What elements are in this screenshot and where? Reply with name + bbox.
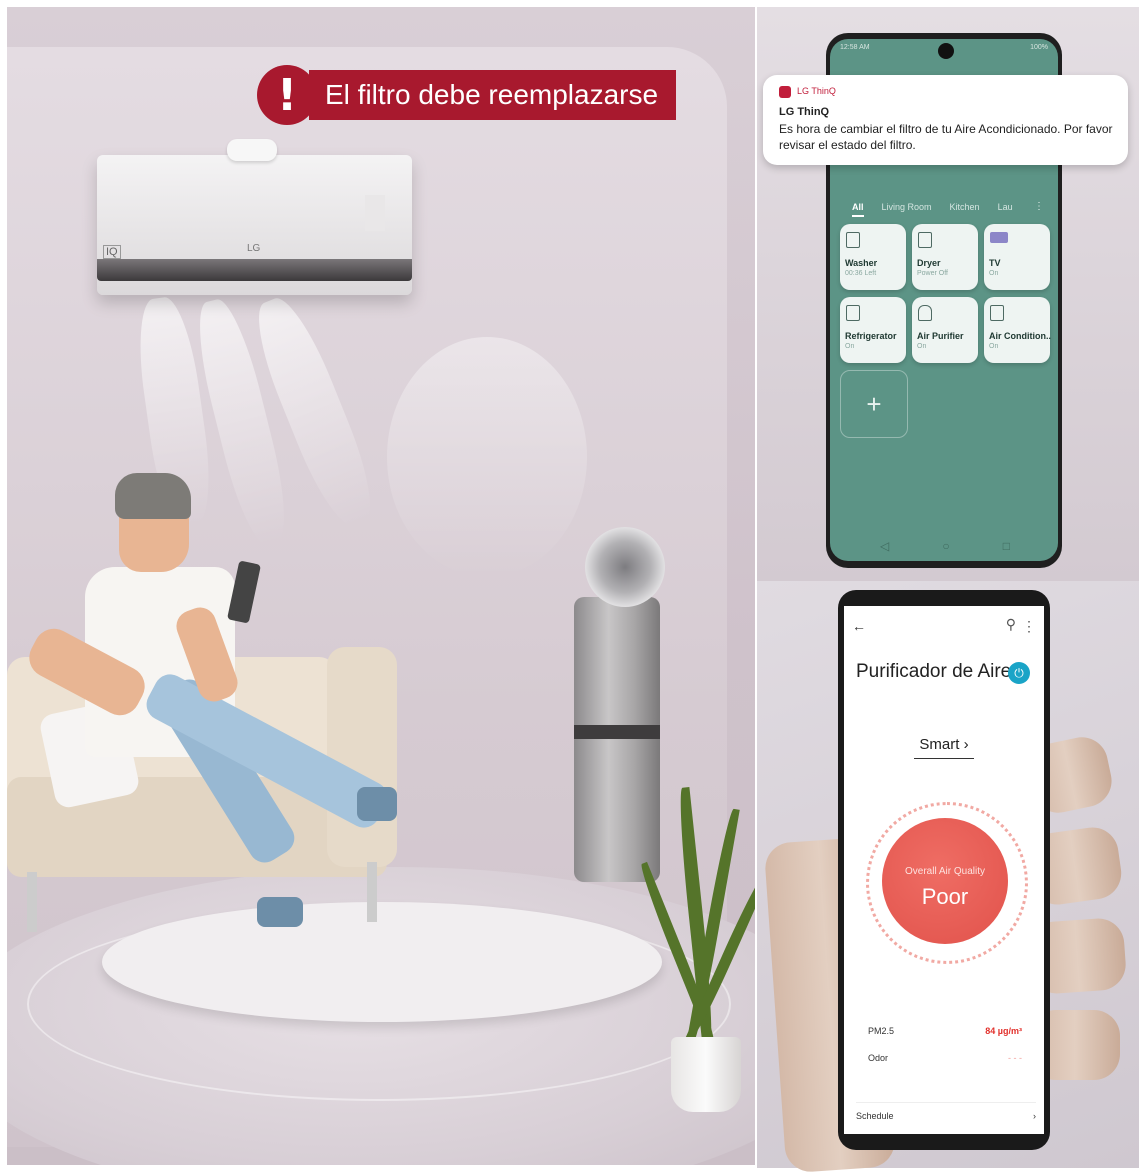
air-conditioner: IQ LG bbox=[97, 139, 412, 295]
android-nav-bar: ◁ ○ □ bbox=[880, 539, 1010, 553]
filter-alert-banner: ! El filtro debe reemplazarse bbox=[257, 65, 677, 125]
device-name: Refrigerator bbox=[845, 331, 897, 341]
device-name: Dryer bbox=[917, 258, 941, 268]
phone-purifier-app: ← ⚲ ⋮ Purificador de Aire ⏻ Smart › Over… bbox=[838, 590, 1050, 1150]
air-quality-indicator: Overall Air Quality Poor bbox=[882, 818, 1008, 944]
back-arrow-icon[interactable]: ← bbox=[852, 618, 866, 634]
ai-assistant-icon[interactable]: ⚲ bbox=[1006, 616, 1016, 633]
dryer-icon bbox=[918, 232, 932, 248]
tab-kitchen[interactable]: Kitchen bbox=[950, 202, 980, 217]
device-card-air-conditioner[interactable]: Air Condition.. On bbox=[984, 297, 1051, 363]
status-time: 12:58 AM bbox=[840, 44, 870, 51]
pm25-value: 84 µg/m³ bbox=[985, 1026, 1022, 1036]
sofa-leg bbox=[27, 872, 37, 932]
lg-thinq-app-icon bbox=[779, 86, 791, 98]
device-card-washer[interactable]: Washer 00:36 Left bbox=[840, 224, 906, 290]
washer-icon bbox=[846, 232, 860, 248]
notification-title: LG ThinQ bbox=[779, 106, 830, 118]
tab-laundry[interactable]: Lau bbox=[998, 202, 1013, 217]
more-options-icon[interactable]: ⋮ bbox=[1034, 201, 1044, 212]
alert-text: El filtro debe reemplazarse bbox=[309, 70, 677, 120]
alert-icon: ! bbox=[257, 65, 317, 125]
back-nav-icon[interactable]: ◁ bbox=[880, 539, 889, 553]
refrigerator-icon bbox=[846, 305, 860, 321]
front-camera bbox=[938, 43, 954, 59]
device-card-air-purifier[interactable]: Air Purifier On bbox=[912, 297, 978, 363]
ac-display bbox=[365, 195, 385, 231]
ac-vent bbox=[97, 259, 412, 281]
device-status: On bbox=[989, 343, 999, 350]
odor-label: Odor bbox=[868, 1053, 889, 1063]
device-card-dryer[interactable]: Dryer Power Off bbox=[912, 224, 978, 290]
odor-value: - - - bbox=[1008, 1053, 1022, 1063]
plant-pot bbox=[671, 1037, 741, 1112]
recents-nav-icon[interactable]: □ bbox=[1003, 539, 1010, 553]
device-name: Washer bbox=[845, 258, 878, 268]
device-name: TV bbox=[989, 258, 1001, 268]
ac-sensor bbox=[227, 139, 277, 161]
pm25-label: PM2.5 bbox=[868, 1026, 895, 1036]
tab-all[interactable]: All bbox=[852, 202, 864, 217]
add-device-button[interactable]: + bbox=[840, 370, 908, 438]
page-title: Purificador de Aire bbox=[856, 661, 1012, 682]
rug bbox=[102, 902, 662, 1022]
pm25-row: PM2.5 84 µg/m³ bbox=[868, 1026, 1022, 1036]
air-quality-label: Overall Air Quality bbox=[904, 866, 986, 877]
device-status: On bbox=[989, 270, 999, 277]
sofa-arm bbox=[327, 647, 397, 867]
more-options-icon[interactable]: ⋮ bbox=[1022, 618, 1036, 635]
chevron-right-icon: › bbox=[1033, 1111, 1036, 1121]
air-quality-value: Poor bbox=[921, 884, 969, 909]
device-name: Air Condition.. bbox=[989, 331, 1051, 341]
illustration-scene: IQ LG ! El filtro debe reemplazarse bbox=[7, 7, 755, 1165]
notification-app-name: LG ThinQ bbox=[797, 86, 836, 96]
air-purifier bbox=[574, 597, 660, 882]
device-card-tv[interactable]: TV On bbox=[984, 224, 1050, 290]
ac-logo: IQ bbox=[103, 245, 121, 259]
ac-brand: LG bbox=[247, 243, 261, 254]
air-purifier-gap bbox=[574, 725, 660, 739]
status-battery: 100% bbox=[1030, 44, 1048, 51]
device-card-refrigerator[interactable]: Refrigerator On bbox=[840, 297, 906, 363]
device-status: Power Off bbox=[917, 270, 948, 277]
person-shoe bbox=[357, 787, 397, 821]
device-status: On bbox=[845, 343, 855, 350]
air-purifier-fan bbox=[585, 527, 665, 607]
air-purifier-icon bbox=[918, 305, 932, 321]
tab-living-room[interactable]: Living Room bbox=[882, 202, 932, 217]
power-button[interactable]: ⏻ bbox=[1008, 662, 1030, 684]
tv-icon bbox=[990, 232, 1008, 243]
push-notification[interactable]: LG ThinQ LG ThinQ Es hora de cambiar el … bbox=[763, 75, 1128, 165]
room-tabs: All Living Room Kitchen Lau bbox=[852, 202, 1013, 217]
airflow-stream bbox=[387, 337, 587, 577]
mode-selector[interactable]: Smart › bbox=[914, 736, 974, 759]
schedule-row[interactable]: Schedule › bbox=[856, 1102, 1036, 1121]
home-nav-icon[interactable]: ○ bbox=[942, 539, 949, 553]
device-status: 00:36 Left bbox=[845, 270, 877, 277]
device-name: Air Purifier bbox=[917, 331, 964, 341]
odor-row: Odor - - - bbox=[868, 1053, 1022, 1063]
phone-screen: ← ⚲ ⋮ Purificador de Aire ⏻ Smart › Over… bbox=[844, 606, 1044, 1134]
person-shoe bbox=[257, 897, 303, 927]
air-conditioner-icon bbox=[990, 305, 1004, 321]
device-status: On bbox=[917, 343, 927, 350]
person-hair bbox=[115, 473, 191, 519]
schedule-label: Schedule bbox=[856, 1111, 894, 1121]
sofa-leg bbox=[367, 862, 377, 922]
notification-body: Es hora de cambiar el filtro de tu Aire … bbox=[779, 122, 1113, 152]
